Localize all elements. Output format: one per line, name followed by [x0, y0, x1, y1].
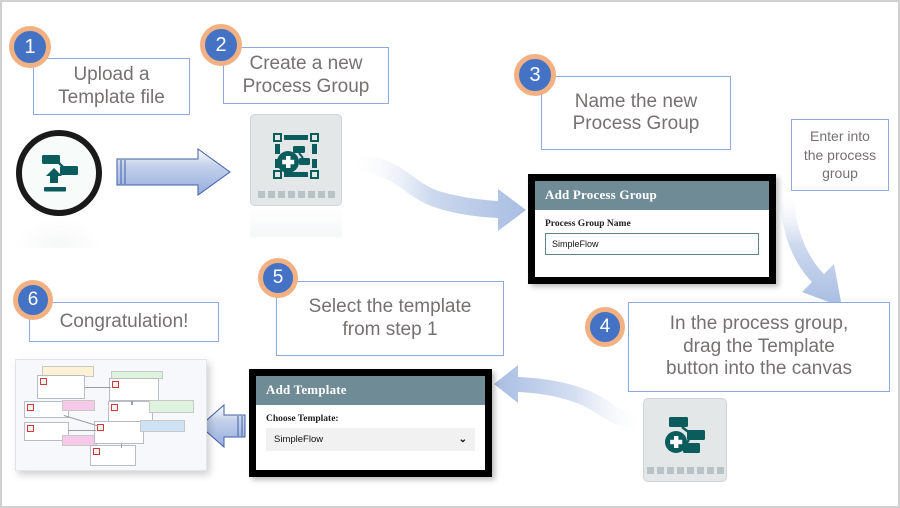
callout-step-5-text: Select the template from step 1 — [308, 296, 472, 340]
tool-dots-process-group — [251, 191, 341, 198]
callout-enter-process-group: Enter into the process group — [791, 119, 889, 191]
step-badge-6: 6 — [13, 280, 53, 320]
add-template-dialog-body: Choose Template: SimpleFlow ⌄ — [256, 405, 485, 461]
step-badge-2-label: 2 — [215, 33, 227, 56]
add-process-group-glyph — [273, 133, 319, 179]
callout-step-6-text: Congratulation! — [59, 310, 189, 332]
add-process-group-dialog-body: Process Group Name SimpleFlow — [535, 210, 769, 265]
thumb-note-6 — [140, 420, 185, 432]
callout-step-6: Congratulation! — [29, 302, 219, 342]
arrow-step4-to-add-template — [494, 365, 642, 430]
thumb-link-5 — [121, 444, 122, 448]
callout-step-1: Upload a Template file — [33, 58, 190, 115]
add-template-button-glyph — [665, 417, 705, 453]
step-badge-6-label: 6 — [27, 289, 39, 310]
step-badge-1: 1 — [9, 26, 51, 68]
add-process-group-dialog: Add Process Group Process Group Name Sim… — [528, 174, 776, 284]
choose-template-label: Choose Template: — [266, 414, 339, 424]
thumb-node-2 — [109, 378, 159, 401]
add-template-dialog-title: Add Template — [256, 376, 485, 405]
thumb-node-1 — [37, 375, 85, 399]
step-badge-5-label: 5 — [272, 267, 284, 288]
callout-step-2: Create a new Process Group — [223, 47, 389, 104]
step-badge-3: 3 — [514, 54, 556, 96]
upload-icon-reflection — [16, 218, 102, 248]
chevron-down-icon: ⌄ — [458, 433, 467, 445]
flow-canvas-thumbnail[interactable] — [15, 359, 207, 471]
callout-enter-process-group-text: Enter into the process group — [803, 127, 877, 182]
diagram-canvas: 1 Upload a Template file 2 Create a new … — [0, 0, 900, 508]
step-badge-1-label: 1 — [24, 35, 36, 58]
choose-template-select[interactable]: SimpleFlow ⌄ — [266, 428, 475, 451]
thumb-link-1 — [85, 387, 111, 388]
arrow-step1-to-step2 — [116, 148, 231, 196]
thumb-link-4 — [68, 430, 96, 431]
callout-step-5: Select the template from step 1 — [276, 281, 504, 356]
step-badge-5: 5 — [258, 258, 298, 298]
step-badge-4: 4 — [585, 307, 625, 347]
upload-template-glyph — [42, 155, 78, 192]
thumb-node-7 — [90, 445, 136, 466]
arrow-dialog-to-step4 — [780, 194, 842, 307]
thumb-link-2 — [131, 401, 133, 405]
callout-step-3: Name the new Process Group — [541, 76, 731, 150]
add-process-group-dialog-title: Add Process Group — [535, 181, 769, 210]
step-badge-4-label: 4 — [599, 316, 611, 337]
process-group-name-label: Process Group Name — [545, 219, 631, 229]
add-process-group-dialog-inner: Add Process Group Process Group Name Sim… — [535, 181, 769, 277]
add-template-dialog: Add Template Choose Template: SimpleFlow… — [249, 369, 492, 477]
add-template-button-icon[interactable] — [643, 398, 727, 482]
thumb-note-3 — [62, 400, 95, 411]
add-template-dialog-inner: Add Template Choose Template: SimpleFlow… — [256, 376, 485, 470]
step-badge-3-label: 3 — [529, 63, 541, 86]
thumb-node-6 — [94, 421, 144, 444]
tool-dots-template — [644, 467, 726, 474]
callout-step-4: In the process group, drag the Template … — [628, 302, 890, 392]
callout-step-3-text: Name the new Process Group — [572, 90, 700, 134]
upload-template-icon[interactable] — [16, 130, 102, 216]
thumb-note-4 — [149, 400, 194, 413]
choose-template-selected-value: SimpleFlow — [274, 434, 324, 445]
add-process-group-icon[interactable] — [250, 114, 342, 206]
arrow-step2-to-dialog — [354, 155, 526, 231]
step-badge-2: 2 — [200, 24, 242, 66]
callout-step-2-text: Create a new Process Group — [242, 53, 370, 97]
process-group-name-input[interactable]: SimpleFlow — [545, 233, 759, 255]
callout-step-4-text: In the process group, drag the Template … — [666, 313, 852, 380]
process-group-icon-reflection — [250, 207, 342, 237]
callout-step-1-text: Upload a Template file — [58, 64, 165, 108]
